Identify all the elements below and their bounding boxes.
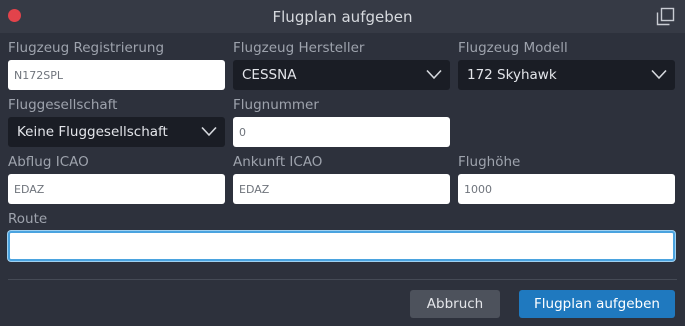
chevron-down-icon [201, 126, 217, 137]
route-label: Route [8, 211, 48, 227]
cancel-button[interactable]: Abbruch [410, 290, 500, 318]
route-input[interactable] [8, 231, 675, 261]
departure-input[interactable] [8, 174, 225, 204]
model-value: 172 Skyhawk [467, 67, 557, 83]
arrival-label: Ankunft ICAO [233, 154, 323, 170]
manufacturer-value: CESSNA [242, 67, 297, 83]
manufacturer-label: Flugzeug Hersteller [233, 40, 365, 56]
airline-value: Keine Fluggesellschaft [17, 124, 168, 140]
airline-label: Fluggesellschaft [8, 97, 118, 113]
flight-number-input[interactable] [233, 117, 450, 147]
divider [8, 279, 677, 280]
chevron-down-icon [426, 69, 442, 80]
title-bar: Flugplan aufgeben [0, 0, 685, 33]
altitude-input[interactable] [458, 174, 675, 204]
airline-select[interactable]: Keine Fluggesellschaft [8, 117, 225, 147]
departure-label: Abflug ICAO [8, 154, 89, 170]
dialog-title: Flugplan aufgeben [272, 8, 413, 26]
model-label: Flugzeug Modell [458, 40, 568, 56]
flight-plan-dialog: Flugplan aufgeben Flugzeug Registrierung… [0, 0, 685, 326]
manufacturer-select[interactable]: CESSNA [233, 60, 450, 90]
popout-icon[interactable] [656, 7, 675, 26]
altitude-label: Flughöhe [458, 154, 521, 170]
registration-input[interactable] [8, 60, 225, 90]
model-select[interactable]: 172 Skyhawk [458, 60, 675, 90]
chevron-down-icon [651, 69, 667, 80]
arrival-input[interactable] [233, 174, 450, 204]
submit-flight-plan-button[interactable]: Flugplan aufgeben [519, 290, 675, 318]
flight-number-label: Flugnummer [233, 97, 319, 113]
registration-label: Flugzeug Registrierung [8, 40, 165, 56]
